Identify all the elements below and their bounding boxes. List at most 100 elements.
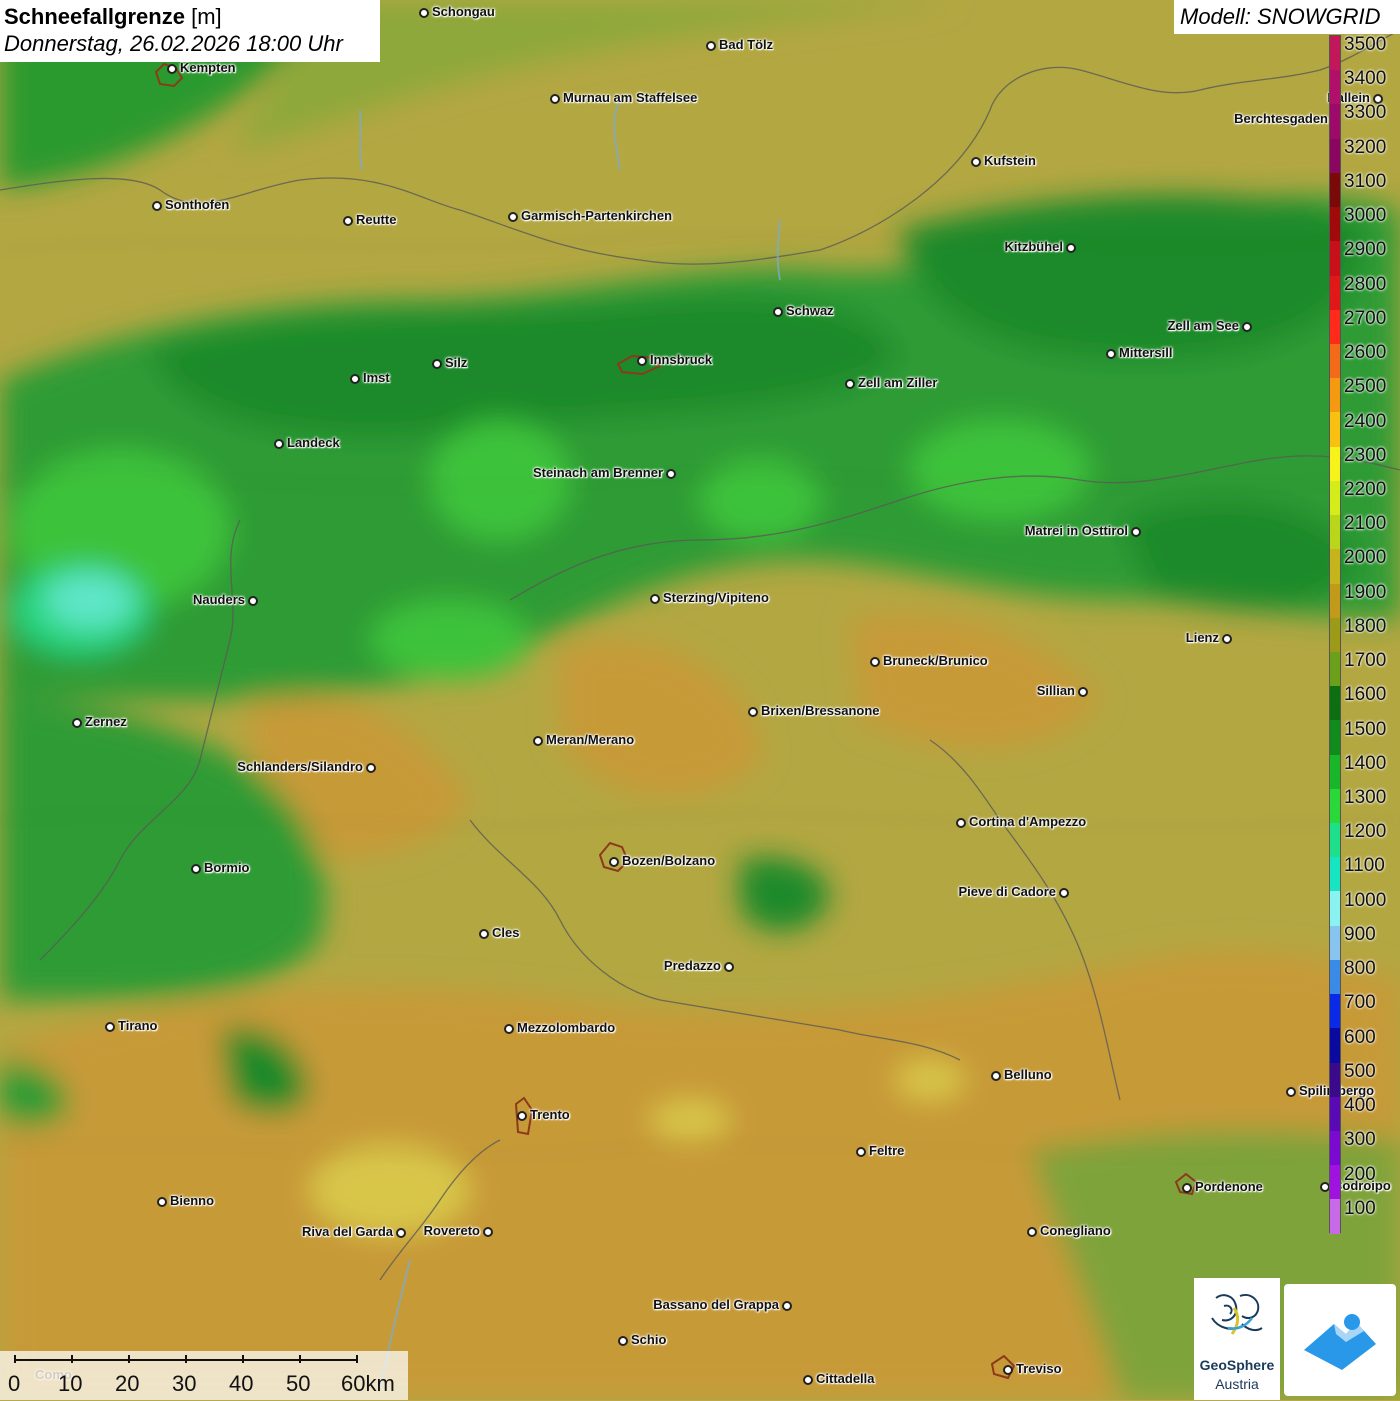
legend-swatch (1330, 959, 1340, 995)
place-dot-icon (845, 379, 855, 389)
legend-swatch (1330, 651, 1340, 687)
place-label: Tirano (118, 1018, 158, 1033)
place-dot-icon (504, 1024, 514, 1034)
place-label: Cortina d'Ampezzo (969, 814, 1087, 829)
place-dot-icon (618, 1336, 628, 1346)
legend-swatch (1330, 1165, 1340, 1200)
legend-swatch (1330, 480, 1340, 516)
place-label: Bozen/Bolzano (622, 853, 716, 868)
place-dot-icon (432, 359, 442, 369)
legend-swatch (1330, 583, 1340, 618)
place-label: Cles (492, 925, 520, 940)
scale-tick (185, 1355, 187, 1363)
legend-swatch (1330, 70, 1340, 105)
place-label: Sterzing/Vipiteno (663, 590, 769, 605)
legend-label: 1000 (1344, 889, 1387, 911)
geosphere-name: GeoSphere (1199, 1357, 1275, 1373)
place-dot-icon (157, 1197, 167, 1207)
legend-swatch (1330, 891, 1340, 926)
geosphere-swirl-icon (1211, 1294, 1263, 1335)
legend-swatch (1330, 446, 1340, 481)
place-label: Schwaz (786, 303, 834, 318)
legend-label: 800 (1344, 958, 1376, 980)
place-label: Schlanders/Silandro (237, 759, 363, 774)
model-label: Modell: SNOWGRID (1174, 0, 1400, 34)
legend-label: 200 (1344, 1163, 1376, 1185)
geosphere-austria-logo[interactable]: GeoSphere Austria (1194, 1278, 1280, 1400)
legend-label: 700 (1344, 992, 1376, 1014)
place-label: Reutte (356, 212, 397, 227)
legend-swatch (1330, 515, 1340, 550)
legend-label: 2300 (1344, 444, 1387, 466)
legend-label: 3300 (1344, 102, 1387, 124)
place-dot-icon (248, 596, 258, 606)
legend-swatch (1330, 617, 1340, 652)
legend-label: 3000 (1344, 205, 1387, 227)
place-label: Imst (363, 370, 390, 385)
place-label: Sonthofen (165, 197, 230, 212)
scale-label: 20 (115, 1371, 140, 1396)
legend-swatch (1330, 686, 1340, 721)
scale-bar: 0 10 20 30 40 50 60km (0, 1351, 408, 1400)
place-label: Garmisch-Partenkirchen (521, 208, 673, 223)
legend-swatch (1330, 925, 1340, 960)
legend-label: 3200 (1344, 136, 1387, 158)
legend-label: 2900 (1344, 239, 1387, 261)
place-label: Lienz (1185, 630, 1219, 645)
place-label: Bad Tölz (719, 37, 774, 52)
place-label: Berchtesgaden (1234, 111, 1328, 126)
legend-swatch (1330, 1131, 1340, 1166)
app-logo[interactable] (1284, 1284, 1396, 1396)
scale-tick (14, 1355, 16, 1363)
place-label: Schongau (432, 4, 495, 19)
place-dot-icon (274, 439, 284, 449)
scale-tick (128, 1355, 130, 1363)
place-label: Pordenone (1195, 1179, 1263, 1194)
legend-label: 3400 (1344, 68, 1387, 90)
legend-swatch (1330, 172, 1340, 208)
place-label: Bruneck/Brunico (883, 653, 988, 668)
legend-label: 1200 (1344, 821, 1387, 843)
place-label: Landeck (287, 435, 340, 450)
legend-label: 500 (1344, 1060, 1376, 1082)
place-dot-icon (706, 41, 716, 51)
legend-label: 1600 (1344, 684, 1387, 706)
legend-swatch (1330, 309, 1340, 344)
place-dot-icon (72, 718, 82, 728)
place-dot-icon (105, 1022, 115, 1032)
place-label: Sillian (1036, 683, 1075, 698)
scale-tick (299, 1355, 301, 1363)
place-dot-icon (419, 8, 429, 18)
legend-swatch (1330, 104, 1340, 139)
legend-label: 100 (1344, 1197, 1376, 1219)
place-dot-icon (991, 1071, 1001, 1081)
place-dot-icon (1242, 322, 1252, 332)
place-label: Trento (530, 1107, 570, 1122)
place-dot-icon (1078, 687, 1088, 697)
place-label: Zell am See (1167, 318, 1239, 333)
place-dot-icon (366, 763, 376, 773)
legend-swatch (1330, 720, 1340, 755)
scale-label: 30 (172, 1371, 197, 1396)
place-label: Mittersill (1119, 345, 1173, 360)
scale-label: 0 (8, 1371, 21, 1396)
legend-label: 3100 (1344, 170, 1387, 192)
place-dot-icon (517, 1111, 527, 1121)
legend-label: 300 (1344, 1129, 1376, 1151)
place-dot-icon (956, 818, 966, 828)
place-dot-icon (666, 469, 676, 479)
place-dot-icon (483, 1227, 493, 1237)
place-label: Bassano del Grappa (653, 1297, 779, 1312)
place-label: Kufstein (984, 153, 1036, 168)
place-dot-icon (1106, 349, 1116, 359)
place-dot-icon (508, 212, 518, 222)
place-dot-icon (343, 216, 353, 226)
legend-swatch (1330, 1062, 1340, 1097)
legend-swatch (1330, 1199, 1340, 1234)
legend-swatch (1330, 378, 1340, 413)
place-dot-icon (1027, 1227, 1037, 1237)
legend-label: 1900 (1344, 581, 1387, 603)
legend-swatch (1330, 857, 1340, 892)
place-dot-icon (1066, 243, 1076, 253)
place-label: Conegliano (1040, 1223, 1111, 1238)
